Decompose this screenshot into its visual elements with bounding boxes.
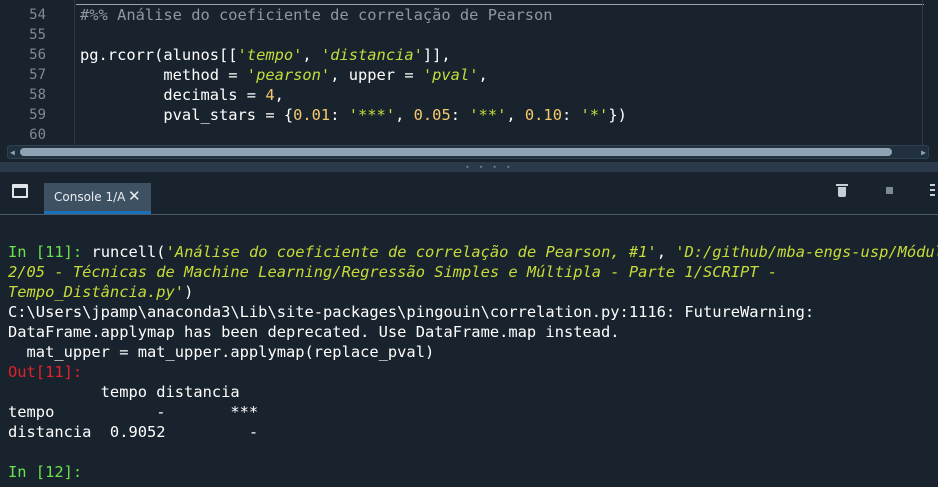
console-token: ]: (63, 363, 83, 381)
editor-horizontal-scrollbar[interactable]: ◀ ▶ (7, 145, 929, 159)
code-token: pval_stars = { (80, 106, 294, 124)
console-token: , (656, 243, 676, 261)
console-line: mat_upper = mat_upper.applymap(replace_p… (8, 342, 932, 362)
code-token: decimals = (80, 86, 266, 104)
console-token: mat_upper = mat_upper.applymap(replace_p… (8, 343, 435, 361)
tab-console-1a[interactable]: Console 1/A ✕ (44, 183, 151, 214)
trash-icon[interactable] (836, 184, 848, 197)
pane-window-icon[interactable] (12, 184, 28, 198)
console-line: In [12]: (8, 462, 932, 482)
tab-label: Console 1/A (54, 190, 126, 204)
line-number: 55 (29, 27, 46, 43)
pane-splitter[interactable]: • • • • (0, 162, 938, 172)
code-token: 4 (265, 86, 275, 104)
code-token: , (302, 46, 321, 64)
code-token: ]], (422, 46, 451, 64)
console-token: 2/05 - Técnicas de Machine Learning/Regr… (8, 263, 778, 281)
console-line: Out[11]: (8, 362, 932, 382)
menu-icon[interactable] (930, 184, 938, 199)
stop-icon[interactable] (886, 187, 893, 194)
code-token: }) (608, 106, 627, 124)
console-token: C:\Users\jpamp\anaconda3\Lib\site-packag… (8, 303, 815, 321)
scroll-left-icon[interactable]: ◀ (10, 148, 15, 157)
console-token: In [ (8, 463, 46, 481)
code-token: 'tempo' (237, 46, 303, 64)
code-editor[interactable]: 54 55 56 57 58 59 60 #%% Análise do coeficient… (0, 0, 938, 145)
code-token: : (450, 106, 470, 124)
console-token: 11 (45, 243, 64, 261)
line-number: 60 (29, 127, 46, 143)
code-token: , (478, 66, 488, 84)
console-token: tempo distancia (8, 383, 240, 401)
console-token: ]: (63, 243, 92, 261)
code-line: decimals = 4, (80, 85, 284, 105)
console-line: 2/05 - Técnicas de Machine Learning/Regr… (8, 262, 932, 282)
line-number: 57 (29, 67, 46, 83)
code-token: #%% Análise do coeficiente de correlação… (80, 6, 553, 24)
console-line: distancia 0.9052 - (8, 422, 932, 442)
code-line: pval_stars = {0.01: '***', 0.05: '**', 0… (80, 105, 627, 125)
console-line: DataFrame.applymap has been deprecated. … (8, 322, 932, 342)
code-token: , (506, 106, 525, 124)
console-token: runcell( (91, 243, 166, 261)
code-token: 0.01 (293, 106, 331, 124)
tab-close-icon[interactable]: ✕ (128, 187, 141, 205)
line-number: 58 (29, 87, 46, 103)
code-token: 'distancia' (320, 46, 423, 64)
code-token: pg.rcorr(alunos[[ (80, 46, 238, 64)
console-token: In [ (8, 243, 46, 261)
console-line: tempo - *** (8, 402, 932, 422)
code-line: method = 'pearson', upper = 'pval', (80, 65, 488, 85)
scroll-right-icon[interactable]: ▶ (921, 148, 926, 157)
code-token: , upper = (330, 66, 423, 84)
code-token: 0.10 (524, 106, 562, 124)
edge-line (922, 0, 923, 145)
code-token: '**' (469, 106, 507, 124)
console-token: Tempo_Distância.py' (8, 283, 185, 301)
line-number: 54 (29, 7, 46, 23)
code-token: : (561, 106, 581, 124)
code-token: , (395, 106, 414, 124)
code-token: '*' (580, 106, 609, 124)
splitter-handle-icon: • • • • (465, 163, 513, 172)
console-token: ]: (63, 463, 83, 481)
console-tab-bar: Console 1/A ✕ (0, 172, 938, 215)
code-token: 'pval' (422, 66, 479, 84)
console-token: 'D:/github/mba-engs-usp/Módulo (675, 243, 938, 261)
gutter-divider (74, 0, 75, 145)
code-token: , (274, 86, 284, 104)
code-token: 0.05 (413, 106, 451, 124)
console-output[interactable]: In [11]: runcell('Análise do coeficiente… (8, 242, 938, 482)
scrollbar-thumb[interactable] (20, 148, 892, 156)
console-token: 'Análise do coeficiente de correlação de… (165, 243, 657, 261)
console-token: 12 (45, 463, 64, 481)
console-line: tempo distancia (8, 382, 932, 402)
code-line: pg.rcorr(alunos[['tempo', 'distancia']], (80, 45, 451, 65)
code-token: method = (80, 66, 247, 84)
code-line: #%% Análise do coeficiente de correlação… (80, 5, 553, 25)
code-area[interactable]: #%% Análise do coeficiente de correlação… (76, 0, 924, 145)
line-number-gutter: 54 55 56 57 58 59 60 (0, 0, 60, 145)
console-token: ) (184, 283, 194, 301)
code-token: 'pearson' (246, 66, 331, 84)
code-token: : (330, 106, 349, 124)
console-pane: Console 1/A ✕ In [11]: runcell('Análise … (0, 172, 938, 487)
console-line: C:\Users\jpamp\anaconda3\Lib\site-packag… (8, 302, 932, 322)
line-number: 59 (29, 107, 46, 123)
console-line: In [11]: runcell('Análise do coeficiente… (8, 242, 938, 262)
code-token: '***' (348, 106, 396, 124)
console-token: 11 (45, 363, 64, 381)
console-token: distancia 0.9052 - (8, 423, 259, 441)
line-number: 56 (29, 47, 46, 63)
console-token: tempo - *** (8, 403, 259, 421)
console-line: Tempo_Distância.py') (8, 282, 932, 302)
console-token: DataFrame.applymap has been deprecated. … (8, 323, 620, 341)
console-token: Out[ (8, 363, 46, 381)
